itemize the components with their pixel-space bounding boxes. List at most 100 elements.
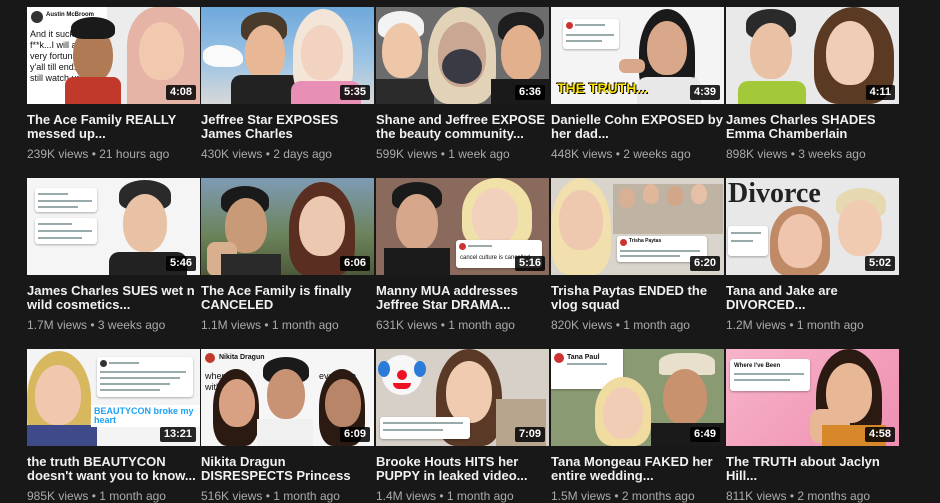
video-thumbnail[interactable]: 6:36 — [376, 7, 549, 104]
video-thumbnail[interactable]: 7:09 — [376, 349, 549, 446]
video-title[interactable]: Nikita Dragun DISRESPECTS Princess Mae o… — [201, 455, 374, 483]
video-thumbnail[interactable]: Nikita Dragun when I'm with handle every… — [201, 349, 374, 446]
video-card[interactable]: 4:11 James Charles SHADES Emma Chamberla… — [726, 7, 899, 161]
video-duration: 4:39 — [689, 85, 720, 100]
meta-separator: • — [786, 318, 797, 332]
meta-separator: • — [612, 318, 624, 332]
video-title[interactable]: James Charles SHADES Emma Chamberlain — [726, 113, 899, 141]
video-thumbnail[interactable]: Austin McBroom And it sucks t f**k...I w… — [27, 7, 200, 104]
video-title[interactable]: Danielle Cohn EXPOSED by her dad... — [551, 113, 724, 141]
upload-age: 1 month ago — [448, 318, 515, 332]
view-count: 1.2M views — [726, 318, 787, 332]
video-card[interactable]: Where I've Been 4:58 The TRUTH about Jac… — [726, 349, 899, 503]
video-card[interactable]: cancel culture is cancelled 5:16 Manny M… — [376, 178, 549, 332]
video-duration: 4:58 — [864, 427, 895, 442]
video-card[interactable]: Tana Paul 6:49 Tana Mongeau FAKED her en… — [551, 349, 724, 503]
video-meta: 448K views • 2 weeks ago — [551, 147, 724, 161]
video-card[interactable]: 6:06 The Ace Family is finally CANCELED … — [201, 178, 374, 332]
meta-separator: • — [262, 147, 274, 161]
video-duration: 5:35 — [339, 85, 370, 100]
video-title[interactable]: Manny MUA addresses Jeffree Star DRAMA..… — [376, 284, 549, 312]
video-thumbnail[interactable]: Where I've Been 4:58 — [726, 349, 899, 446]
upload-age: 1 month ago — [271, 318, 339, 332]
video-duration: 5:02 — [864, 256, 895, 271]
video-meta: 516K views • 1 month ago — [201, 489, 374, 503]
upload-age: 2 days ago — [273, 147, 332, 161]
video-thumbnail[interactable]: 5:35 — [201, 7, 374, 104]
video-title[interactable]: Tana and Jake are DIVORCED... — [726, 284, 899, 312]
video-card[interactable]: Trisha Paytas 6:20 Trisha Paytas ENDED t… — [551, 178, 724, 332]
video-meta: 599K views • 1 week ago — [376, 147, 549, 161]
video-thumbnail[interactable]: Tana Paul 6:49 — [551, 349, 724, 446]
video-duration: 7:09 — [514, 427, 545, 442]
video-card[interactable]: 7:09 Brooke Houts HITS her PUPPY in leak… — [376, 349, 549, 503]
video-title[interactable]: The Ace Family is finally CANCELED — [201, 284, 374, 312]
video-card[interactable]: 5:46 James Charles SUES wet n wild cosme… — [27, 178, 200, 332]
video-title[interactable]: Brooke Houts HITS her PUPPY in leaked vi… — [376, 455, 549, 483]
video-meta: 1.5M views • 2 months ago — [551, 489, 724, 503]
video-title[interactable]: Tana Mongeau FAKED her entire wedding... — [551, 455, 724, 483]
video-duration: 6:49 — [689, 427, 720, 442]
video-meta: 1.1M views • 1 month ago — [201, 318, 374, 332]
video-card[interactable]: THE TRUTH... 4:39 Danielle Cohn EXPOSED … — [551, 7, 724, 161]
upload-age: 2 months ago — [797, 489, 871, 503]
video-card[interactable]: 5:35 Jeffree Star EXPOSES James Charles … — [201, 7, 374, 161]
upload-age: 1 month ago — [273, 489, 340, 503]
meta-separator: • — [787, 147, 799, 161]
video-card[interactable]: Austin McBroom And it sucks t f**k...I w… — [27, 7, 200, 161]
view-count: 516K views — [201, 489, 263, 503]
video-title[interactable]: Trisha Paytas ENDED the vlog squad — [551, 284, 724, 312]
video-title[interactable]: The Ace Family REALLY messed up... — [27, 113, 200, 141]
video-thumbnail[interactable]: cancel culture is cancelled 5:16 — [376, 178, 549, 275]
video-card[interactable]: 6:36 Shane and Jeffree EXPOSE the beauty… — [376, 7, 549, 161]
tweet-text: Where I've Been — [734, 363, 781, 369]
video-thumbnail[interactable]: Divorce 5:02 — [726, 178, 899, 275]
video-duration: 13:21 — [159, 427, 196, 442]
video-title[interactable]: Jeffree Star EXPOSES James Charles — [201, 113, 374, 141]
video-title[interactable]: the truth BEAUTYCON doesn't want you to … — [27, 455, 200, 483]
video-meta: 1.2M views • 1 month ago — [726, 318, 899, 332]
view-count: 430K views — [201, 147, 263, 161]
video-meta: 1.4M views • 1 month ago — [376, 489, 549, 503]
upload-age: 1 week ago — [448, 147, 510, 161]
view-count: 898K views — [726, 147, 788, 161]
meta-separator: • — [262, 489, 274, 503]
view-count: 811K views — [726, 489, 787, 503]
view-count: 1.1M views — [201, 318, 262, 332]
video-meta: 239K views • 21 hours ago — [27, 147, 200, 161]
view-count: 239K views — [27, 147, 89, 161]
tweet-author: Tana Paul — [567, 354, 600, 361]
thumbnail-overlay-text: Divorce — [728, 178, 821, 209]
upload-age: 3 weeks ago — [798, 147, 866, 161]
upload-age: 1 month ago — [446, 489, 514, 503]
upload-age: 1 month ago — [796, 318, 864, 332]
thumbnail-overlay-text: BEAUTYCON broke my heart — [91, 405, 200, 427]
video-thumbnail[interactable]: 4:11 — [726, 7, 899, 104]
video-duration: 4:11 — [865, 85, 895, 100]
video-thumbnail[interactable]: 5:46 — [27, 178, 200, 275]
tweet-author: Trisha Paytas — [629, 238, 662, 244]
meta-separator: • — [261, 318, 272, 332]
video-duration: 5:16 — [514, 256, 545, 271]
video-title[interactable]: Shane and Jeffree EXPOSE the beauty comm… — [376, 113, 549, 141]
video-thumbnail[interactable]: THE TRUTH... 4:39 — [551, 7, 724, 104]
upload-age: 2 weeks ago — [623, 147, 691, 161]
video-thumbnail[interactable]: Trisha Paytas 6:20 — [551, 178, 724, 275]
video-meta: 811K views • 2 months ago — [726, 489, 899, 503]
video-duration: 5:46 — [165, 256, 196, 271]
video-thumbnail[interactable]: BEAUTYCON broke my heart 13:21 — [27, 349, 200, 446]
video-duration: 4:08 — [165, 85, 196, 100]
video-meta: 430K views • 2 days ago — [201, 147, 374, 161]
video-grid: Austin McBroom And it sucks t f**k...I w… — [0, 0, 940, 503]
video-card[interactable]: Nikita Dragun when I'm with handle every… — [201, 349, 374, 503]
upload-age: 3 weeks ago — [97, 318, 166, 332]
video-duration: 6:20 — [689, 256, 720, 271]
video-card[interactable]: BEAUTYCON broke my heart 13:21 the truth… — [27, 349, 200, 503]
video-title[interactable]: James Charles SUES wet n wild cosmetics.… — [27, 284, 200, 312]
video-thumbnail[interactable]: 6:06 — [201, 178, 374, 275]
video-card[interactable]: Divorce 5:02 Tana and Jake are DIVORCED.… — [726, 178, 899, 332]
video-title[interactable]: The TRUTH about Jaclyn Hill... — [726, 455, 899, 483]
view-count: 1.5M views — [551, 489, 612, 503]
meta-separator: • — [436, 489, 447, 503]
view-count: 820K views — [551, 318, 613, 332]
